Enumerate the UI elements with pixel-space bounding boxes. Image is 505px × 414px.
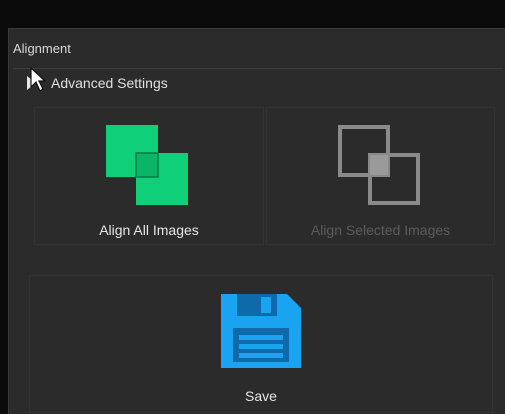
section-title: Alignment (13, 41, 71, 56)
align-selected-label: Align Selected Images (310, 222, 451, 238)
divider (13, 68, 503, 69)
align-all-icon (106, 125, 188, 205)
mouse-cursor-icon (30, 67, 46, 92)
save-label: Save (245, 388, 277, 404)
align-all-images-button[interactable]: Align All Images (34, 107, 264, 245)
align-selected-icon (337, 125, 420, 205)
align-all-label: Align All Images (99, 222, 199, 238)
save-button[interactable]: Save (29, 275, 493, 413)
alignment-panel: Alignment Advanced Settings Align All Im… (0, 0, 505, 414)
floppy-disk-icon (221, 294, 301, 368)
align-selected-images-button[interactable]: Align Selected Images (266, 107, 495, 245)
advanced-settings-toggle[interactable]: Advanced Settings (27, 75, 168, 91)
panel-body: Alignment Advanced Settings Align All Im… (8, 28, 505, 414)
advanced-settings-label: Advanced Settings (51, 75, 168, 91)
